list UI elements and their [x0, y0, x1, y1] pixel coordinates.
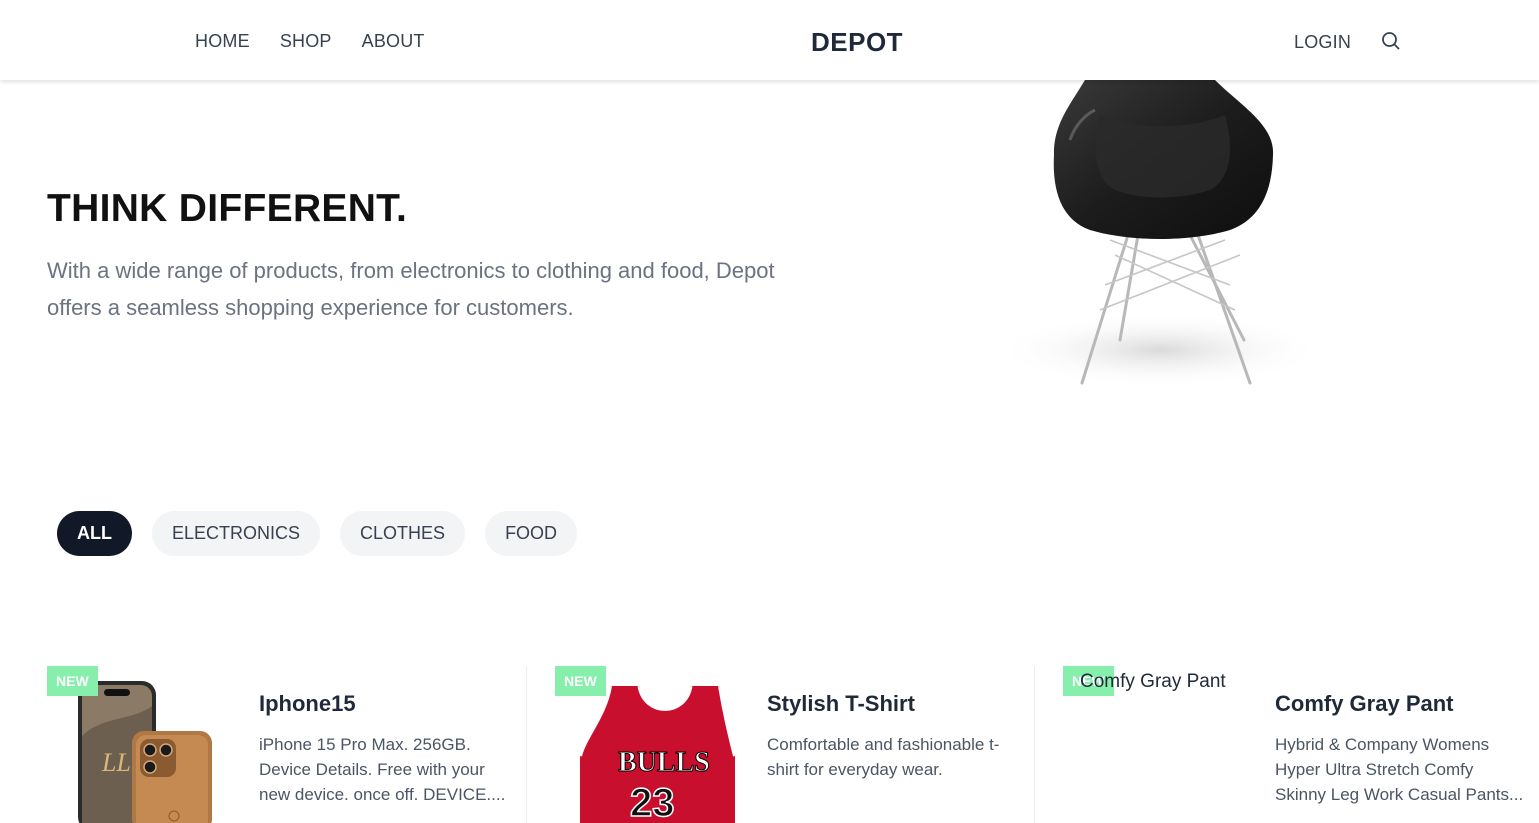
product-description: iPhone 15 Pro Max. 256GB. Device Details… [259, 735, 506, 804]
filter-all[interactable]: ALL [57, 511, 132, 556]
filter-electronics[interactable]: ELECTRONICS [152, 511, 321, 556]
svg-text:LL: LL [101, 748, 131, 777]
product-card[interactable]: NEW BULLS 23 Stylish T-Shirt Comfortable… [555, 666, 1035, 823]
product-card[interactable]: NEW LL Iphone15 iPhone 15 Pro Max. 256GB… [47, 666, 527, 823]
jersey-image: BULLS 23 [578, 676, 750, 823]
new-badge: NEW [555, 666, 606, 696]
nav-home-link[interactable]: HOME [195, 31, 250, 52]
hero-subtitle: With a wide range of products, from elec… [47, 258, 775, 320]
product-description: Hybrid & Company Womens Hyper Ultra Stre… [1275, 735, 1524, 804]
login-link[interactable]: LOGIN [1294, 32, 1351, 53]
product-card[interactable]: NEW Comfy Gray Pant Comfy Gray Pant Hybr… [1063, 666, 1539, 823]
hero-title: THINK DIFFERENT. [47, 187, 408, 230]
product-title[interactable]: Comfy Gray Pant [1275, 691, 1454, 717]
product-description: Comfortable and fashionable t-shirt for … [767, 735, 1000, 779]
brand-logo[interactable]: DEPOT [811, 27, 903, 58]
nav-actions: LOGIN [1294, 31, 1403, 53]
chair-image [990, 80, 1330, 390]
new-badge: NEW [47, 666, 98, 696]
nav-shop-link[interactable]: SHOP [280, 31, 332, 52]
category-filters: ALL ELECTRONICS CLOTHES FOOD [57, 511, 578, 556]
svg-text:BULLS: BULLS [618, 747, 710, 778]
nav-links: HOME SHOP ABOUT [195, 31, 425, 52]
navbar: HOME SHOP ABOUT DEPOT LOGIN [0, 0, 1539, 80]
svg-text:23: 23 [630, 781, 675, 823]
nav-about-link[interactable]: ABOUT [362, 31, 425, 52]
iphone-image: LL [72, 676, 242, 823]
filter-food[interactable]: FOOD [485, 511, 578, 556]
search-icon[interactable] [1381, 31, 1403, 53]
broken-image-alt-text: Comfy Gray Pant [1080, 671, 1226, 692]
product-title[interactable]: Iphone15 [259, 691, 356, 717]
filter-clothes[interactable]: CLOTHES [340, 511, 466, 556]
product-title[interactable]: Stylish T-Shirt [767, 691, 915, 717]
